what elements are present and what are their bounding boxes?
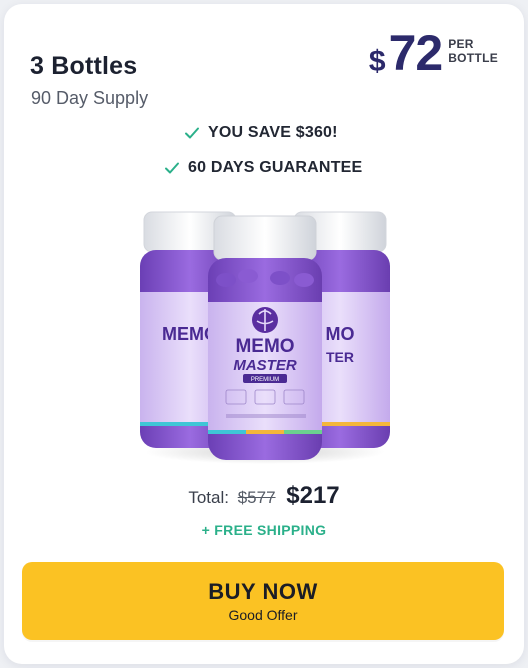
price-per-bottle: $ 72 PER BOTTLE [369, 28, 498, 79]
benefit-guarantee: 60 DAYS GUARANTEE [164, 159, 362, 177]
buy-now-button[interactable]: BUY NOW Good Offer [22, 562, 504, 640]
old-price: $577 [237, 488, 276, 507]
price-unit-line2: BOTTLE [448, 51, 498, 65]
svg-text:TER: TER [326, 349, 354, 365]
price-unit-line1: PER [448, 37, 474, 51]
free-shipping-note: + FREE SHIPPING [201, 522, 327, 538]
label-edition: PREMIUM [251, 377, 279, 383]
total-label: Total: [188, 488, 229, 507]
price-value: 72 [388, 25, 444, 81]
offer-title: 3 Bottles [30, 52, 138, 80]
order-total: Total: $577 $217 [4, 482, 524, 510]
buy-now-sublabel: Good Offer [228, 607, 298, 623]
label-brand-line2: MASTER [233, 357, 297, 374]
new-price: $217 [286, 482, 340, 509]
svg-text:MO: MO [326, 324, 355, 344]
label-brand-line1: MEMO [235, 336, 294, 357]
benefit-savings-label: YOU SAVE $360! [208, 124, 338, 141]
product-bottles-image: MEMO MO TER MEMO MASTER PREMIUM [140, 211, 390, 464]
check-icon [164, 161, 180, 175]
offer-subtitle: 90 Day Supply [31, 88, 149, 108]
bottle-front: MEMO MASTER PREMIUM [208, 215, 322, 460]
price-currency: $ [368, 45, 386, 78]
price-unit: PER BOTTLE [448, 37, 498, 65]
check-icon [184, 126, 200, 140]
buy-now-label: BUY NOW [208, 579, 318, 604]
brain-logo-icon [252, 307, 278, 333]
product-offer-card: 3 Bottles 90 Day Supply $ 72 PER BOTTLE … [4, 4, 524, 664]
benefit-savings: YOU SAVE $360! [184, 124, 338, 142]
benefit-guarantee-label: 60 DAYS GUARANTEE [188, 159, 363, 176]
